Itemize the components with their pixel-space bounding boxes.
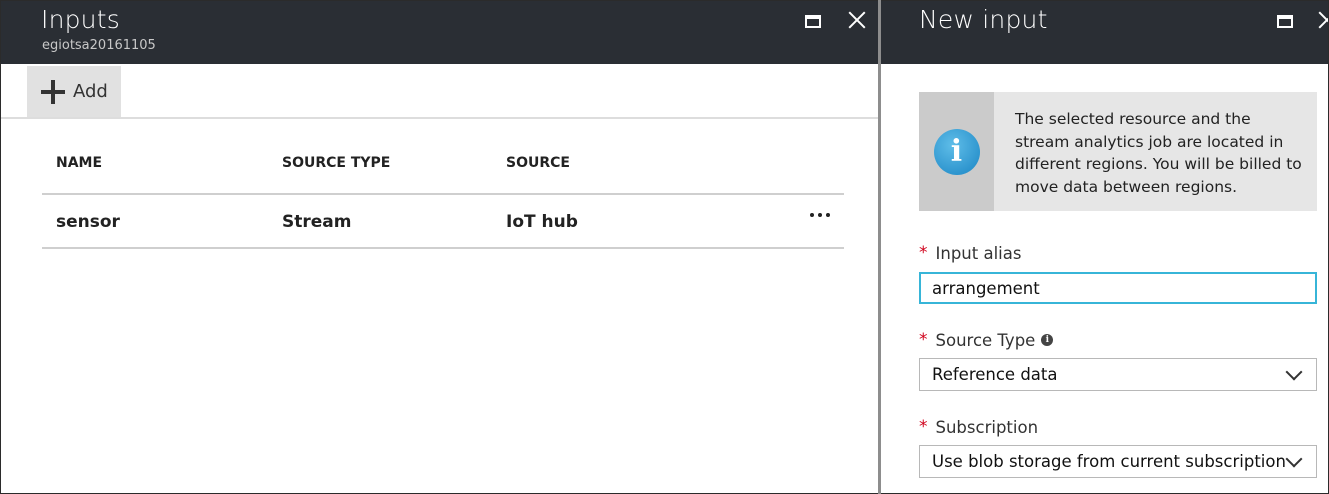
cell-source: IoT hub [506, 212, 578, 232]
subscription-label: * Subscription [919, 417, 1038, 437]
source-type-selected: Reference data [932, 365, 1058, 384]
blade-title: Inputs [41, 5, 120, 34]
command-bar: Add [1, 64, 878, 119]
input-alias-field[interactable] [919, 272, 1317, 304]
info-icon: i [933, 128, 980, 175]
subscription-dropdown[interactable]: Use blob storage from current subscripti… [919, 445, 1317, 478]
input-alias-label: * Input alias [919, 243, 1021, 263]
required-marker: * [919, 330, 928, 350]
info-icon-container: i [919, 92, 994, 211]
close-icon [1318, 11, 1328, 29]
chevron-down-icon [1285, 363, 1303, 380]
table-row[interactable]: sensor Stream IoT hub [42, 195, 844, 249]
blade-title: New input [919, 5, 1048, 34]
maximize-icon [805, 14, 821, 28]
cell-source-type: Stream [282, 212, 352, 232]
add-button-label: Add [73, 81, 108, 102]
subscription-label-text: Subscription [935, 417, 1039, 437]
table-header: NAME SOURCE TYPE SOURCE [42, 141, 844, 195]
add-button[interactable]: Add [27, 66, 121, 117]
close-button[interactable] [1315, 8, 1328, 32]
info-message: The selected resource and the stream ana… [1015, 110, 1302, 196]
required-marker: * [919, 417, 928, 437]
close-icon [848, 11, 866, 29]
source-type-label: * Source Type i [919, 330, 1054, 350]
region-warning-infobox: i The selected resource and the stream a… [919, 92, 1317, 211]
cell-name: sensor [56, 212, 120, 232]
inputs-blade: Inputs egiotsa20161105 Add NAME SOURCE T… [1, 1, 878, 493]
source-type-label-text: Source Type [935, 330, 1036, 350]
inputs-table: NAME SOURCE TYPE SOURCE sensor Stream Io… [42, 141, 844, 249]
column-header-source[interactable]: SOURCE [506, 155, 570, 171]
more-options-icon[interactable] [810, 213, 830, 217]
required-marker: * [919, 243, 928, 263]
source-type-dropdown[interactable]: Reference data [919, 358, 1317, 391]
maximize-button[interactable] [801, 9, 825, 33]
maximize-button[interactable] [1273, 9, 1297, 33]
close-button[interactable] [845, 8, 869, 32]
new-input-blade-header: New input [881, 1, 1328, 64]
plus-icon [41, 79, 65, 104]
info-tooltip-icon[interactable]: i [1041, 334, 1054, 346]
maximize-icon [1277, 14, 1293, 28]
column-header-source-type[interactable]: SOURCE TYPE [282, 155, 390, 171]
input-alias-label-text: Input alias [935, 243, 1022, 263]
subscription-selected: Use blob storage from current subscripti… [932, 452, 1286, 471]
blade-subtitle: egiotsa20161105 [42, 38, 156, 53]
new-input-blade: New input i The selected resource and th… [881, 1, 1328, 493]
column-header-name[interactable]: NAME [56, 155, 102, 171]
chevron-down-icon [1285, 450, 1303, 467]
inputs-blade-header: Inputs egiotsa20161105 [1, 1, 878, 64]
